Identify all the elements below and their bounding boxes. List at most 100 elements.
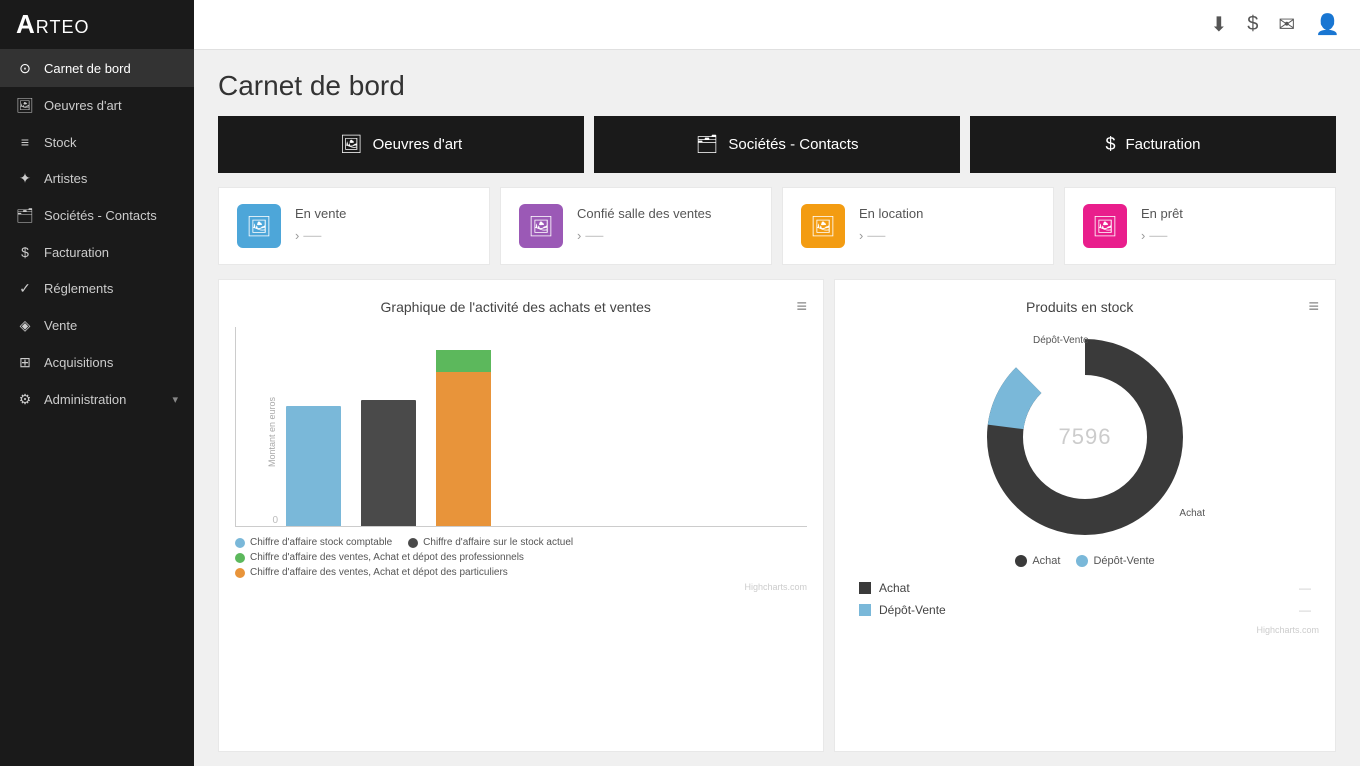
mail-icon[interactable]: ✉	[1278, 12, 1295, 37]
status-info-en-pret: En prêt › —	[1141, 206, 1317, 246]
sidebar-icon-acquisitions: ⊞	[16, 354, 34, 371]
stock-val-depot: —	[1299, 603, 1311, 617]
download-icon[interactable]: ⬇	[1210, 12, 1227, 37]
status-value-confie-salle-ventes: › —	[577, 225, 753, 246]
sidebar-icon-carnet-de-bord: ⊙	[16, 60, 34, 77]
sidebar-item-vente[interactable]: ◈ Vente	[0, 307, 194, 344]
status-num-confie-salle-ventes: —	[585, 225, 603, 246]
y-axis-title: Montant en euros	[267, 396, 277, 466]
donut-chart-credit: Highcharts.com	[851, 625, 1319, 635]
legend-3: Chiffre d'affaire des ventes, Achat et d…	[235, 552, 807, 563]
bar-chart-card: Graphique de l'activité des achats et ve…	[218, 279, 824, 752]
btn-icon-oeuvres-art-btn: 🖼	[340, 134, 363, 155]
status-icon-en-vente: 🖼	[237, 204, 281, 248]
status-num-en-location: —	[867, 225, 885, 246]
sidebar-label-stock: Stock	[44, 135, 178, 150]
donut-svg-area: Dépôt-Vente 7596 Achat	[975, 327, 1195, 547]
user-icon[interactable]: 👤	[1315, 12, 1340, 37]
oeuvres-art-btn[interactable]: 🖼Oeuvres d'art	[218, 116, 584, 173]
sidebar-icon-facturation: $	[16, 244, 34, 260]
bar-chart-credit: Highcharts.com	[235, 582, 807, 592]
sidebar-item-oeuvres-art[interactable]: 🖼 Oeuvres d'art	[0, 87, 194, 124]
stock-name-depot: Dépôt-Vente	[879, 603, 1291, 617]
achat-legend-label: Achat	[1032, 555, 1060, 567]
bar-chart-menu[interactable]: ≡	[796, 296, 807, 317]
sidebar-icon-reglements: ✓	[16, 280, 34, 297]
bar-green	[436, 350, 491, 372]
sidebar-item-acquisitions[interactable]: ⊞ Acquisitions	[0, 344, 194, 381]
status-chevron-en-location: ›	[859, 228, 863, 243]
btn-label-societes-contacts-btn: Sociétés - Contacts	[728, 136, 858, 153]
page-header: Carnet de bord	[194, 50, 1360, 116]
sidebar-label-reglements: Réglements	[44, 281, 178, 296]
top-bar: ⬇ $ ✉ 👤	[194, 0, 1360, 50]
sidebar: ARTEO ⊙ Carnet de bord 🖼 Oeuvres d'art ≡…	[0, 0, 194, 766]
depot-dot	[1076, 555, 1088, 567]
sidebar-item-reglements[interactable]: ✓ Réglements	[0, 270, 194, 307]
legend-label-2: Chiffre d'affaire sur le stock actuel	[423, 537, 573, 548]
sidebar-item-stock[interactable]: ≡ Stock	[0, 124, 194, 160]
depot-vente-label: Dépôt-Vente	[1033, 335, 1089, 346]
sidebar-item-artistes[interactable]: ✦ Artistes	[0, 160, 194, 197]
bar-group-3	[436, 350, 491, 526]
donut-chart-title: Produits en stock	[851, 299, 1308, 315]
donut-chart-menu[interactable]: ≡	[1308, 296, 1319, 317]
status-chevron-en-vente: ›	[295, 228, 299, 243]
legend-4: Chiffre d'affaire des ventes, Achat et d…	[235, 567, 807, 578]
bar-2	[361, 400, 416, 526]
status-label-en-vente: En vente	[295, 206, 471, 221]
bar-group-1	[286, 406, 341, 526]
y-label-1: 0	[272, 515, 278, 526]
status-card-en-location[interactable]: 🖼 En location › —	[782, 187, 1054, 265]
logo-text: ARTEO	[16, 9, 89, 40]
legend-label-3: Chiffre d'affaire des ventes, Achat et d…	[250, 552, 524, 563]
bar-chart-header: Graphique de l'activité des achats et ve…	[235, 296, 807, 317]
status-num-en-pret: —	[1149, 225, 1167, 246]
bar-chart-wrap: 0 Montant en euros	[235, 327, 807, 735]
sidebar-item-societes-contacts[interactable]: 🗂 Sociétés - Contacts	[0, 197, 194, 234]
status-card-confie-salle-ventes[interactable]: 🖼 Confié salle des ventes › —	[500, 187, 772, 265]
sidebar-item-administration[interactable]: ⚙ Administration ▾	[0, 381, 194, 418]
status-icon-en-pret: 🖼	[1083, 204, 1127, 248]
sidebar-label-societes-contacts: Sociétés - Contacts	[44, 208, 178, 223]
sidebar-item-facturation[interactable]: $ Facturation	[0, 234, 194, 270]
achat-label: Achat	[1179, 508, 1205, 519]
achat-dot	[1015, 555, 1027, 567]
facturation-btn[interactable]: $Facturation	[970, 116, 1336, 173]
bar-orange	[436, 372, 491, 526]
donut-chart-header: Produits en stock ≡	[851, 296, 1319, 317]
legend-dot-2	[408, 538, 418, 548]
sidebar-icon-vente: ◈	[16, 317, 34, 334]
societes-contacts-btn[interactable]: 🗂 Sociétés - Contacts	[594, 116, 960, 173]
sidebar-arrow: ▾	[172, 393, 178, 406]
legend-2: Chiffre d'affaire sur le stock actuel	[408, 537, 573, 548]
status-chevron-en-pret: ›	[1141, 228, 1145, 243]
donut-legend: Achat Dépôt-Vente	[1015, 555, 1154, 567]
legend-label-1: Chiffre d'affaire stock comptable	[250, 537, 392, 548]
quick-actions: 🖼Oeuvres d'art 🗂 Sociétés - Contacts $Factu…	[194, 116, 1360, 187]
sidebar-label-facturation: Facturation	[44, 245, 178, 260]
status-info-confie-salle-ventes: Confié salle des ventes › —	[577, 206, 753, 246]
sidebar-item-carnet-de-bord[interactable]: ⊙ Carnet de bord	[0, 50, 194, 87]
stock-sq-achat	[859, 582, 871, 594]
status-card-en-vente[interactable]: 🖼 En vente › —	[218, 187, 490, 265]
sidebar-nav: ⊙ Carnet de bord 🖼 Oeuvres d'art ≡ Stock…	[0, 50, 194, 766]
status-value-en-pret: › —	[1141, 225, 1317, 246]
sidebar-label-artistes: Artistes	[44, 171, 178, 186]
dollar-icon[interactable]: $	[1247, 13, 1258, 36]
status-cards: 🖼 En vente › — 🖼 Confié salle des ventes…	[194, 187, 1360, 279]
status-card-en-pret[interactable]: 🖼 En prêt › —	[1064, 187, 1336, 265]
status-info-en-location: En location › —	[859, 206, 1035, 246]
legend-1: Chiffre d'affaire stock comptable	[235, 537, 392, 548]
sidebar-icon-administration: ⚙	[16, 391, 34, 408]
btn-icon-facturation-btn: $	[1105, 134, 1115, 155]
legend-dot-4	[235, 568, 245, 578]
bar-chart-area: 0 Montant en euros	[235, 327, 807, 527]
depot-legend-label: Dépôt-Vente	[1093, 555, 1154, 567]
sidebar-icon-stock: ≡	[16, 134, 34, 150]
btn-icon-societes-contacts-btn: 🗂	[696, 134, 719, 155]
page-title: Carnet de bord	[218, 70, 1336, 102]
bar-3	[436, 350, 491, 526]
stock-row-depot: Dépôt-Vente —	[851, 599, 1319, 621]
bar-group-2	[361, 400, 416, 526]
